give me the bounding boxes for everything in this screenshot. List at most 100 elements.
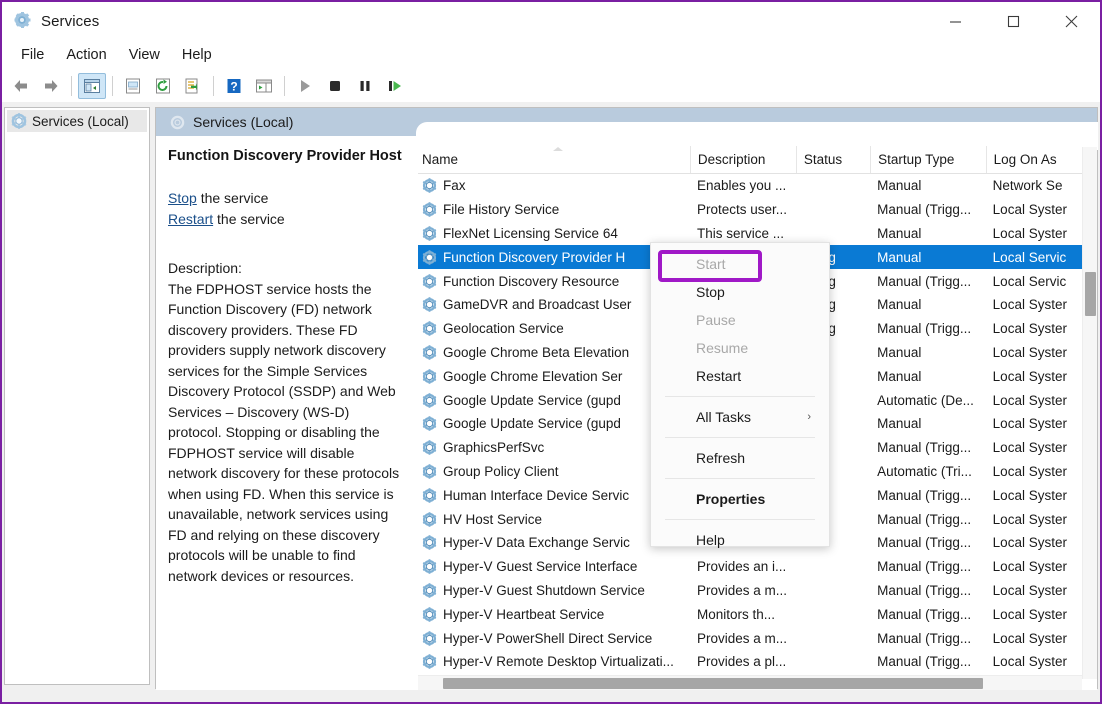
service-name-label: Hyper-V Guest Service Interface [443, 559, 638, 575]
service-gear-icon [422, 178, 437, 194]
context-menu-item-refresh[interactable]: Refresh [651, 444, 829, 472]
sidebar-item-label: Services (Local) [32, 113, 129, 129]
service-gear-icon [422, 202, 437, 217]
stop-service-link[interactable]: Stop [168, 190, 197, 206]
context-menu-item-all-tasks[interactable]: All Tasks › [651, 403, 829, 431]
cell-log-on-as: Local Servic [992, 273, 1067, 289]
maximize-icon[interactable] [984, 2, 1042, 40]
context-menu-item-stop[interactable]: Stop [651, 278, 829, 306]
export-list-icon[interactable] [179, 73, 207, 99]
cell-startup-type: Manual (Trigg... [877, 630, 972, 646]
column-header-log-on-as[interactable]: Log On As [985, 146, 1082, 173]
service-name-label: GameDVR and Broadcast User [443, 297, 632, 313]
cell-startup-type: Manual (Trigg... [877, 535, 972, 551]
show-hide-console-tree-icon[interactable] [78, 72, 106, 99]
svg-text:?: ? [230, 79, 237, 93]
context-menu-item-properties[interactable]: Properties [651, 485, 829, 513]
services-detail-pane: Services (Local) Function Discovery Prov… [155, 107, 1098, 690]
cell-log-on-as: Local Syster [992, 344, 1067, 360]
service-gear-icon [422, 392, 437, 408]
restart-service-icon[interactable] [381, 73, 409, 99]
cell-log-on-as: Local Syster [992, 416, 1067, 432]
column-header-name-label: Name [422, 152, 459, 167]
cell-startup-type: Automatic (De... [877, 392, 974, 408]
forward-icon[interactable] [37, 73, 65, 99]
context-menu-item-help[interactable]: Help [651, 526, 829, 554]
cell-startup-type: Manual (Trigg... [877, 273, 972, 289]
service-name-label: Hyper-V Heartbeat Service [443, 606, 605, 622]
cell-log-on-as: Local Servic [992, 249, 1067, 265]
pane-header-label: Services (Local) [193, 114, 294, 130]
restart-service-link[interactable]: Restart [168, 211, 213, 227]
context-menu-item-restart[interactable]: Restart [651, 362, 829, 390]
minimize-icon[interactable] [926, 2, 984, 40]
cell-log-on-as: Local Syster [992, 630, 1067, 646]
service-name-label: Hyper-V PowerShell Direct Service [443, 630, 653, 646]
vertical-scrollbar[interactable] [1082, 147, 1097, 679]
stop-service-icon[interactable] [321, 73, 349, 99]
help-icon[interactable]: ? [220, 73, 248, 99]
context-menu-item-label: Properties [696, 491, 766, 507]
column-header-description[interactable]: Description [689, 146, 796, 173]
service-name-label: Google Update Service (gupd [443, 392, 621, 408]
stop-service-line: Stop the service [168, 188, 404, 209]
column-header-status[interactable]: Status [795, 146, 870, 173]
table-row[interactable]: Hyper-V Guest Shutdown Service Provides a… [418, 579, 1082, 603]
cell-log-on-as: Local Syster [992, 559, 1067, 575]
start-service-icon[interactable] [291, 73, 319, 99]
cell-name: Hyper-V Guest Shutdown Service [418, 583, 690, 598]
close-icon[interactable] [1042, 2, 1100, 40]
context-menu-item-start: Start [651, 250, 829, 278]
service-gear-icon [422, 416, 437, 432]
cell-log-on-as: Local Syster [992, 202, 1067, 218]
cell-startup-type: Manual (Trigg... [877, 202, 972, 218]
services-gear-icon [14, 12, 32, 30]
show-hide-action-pane-icon[interactable] [250, 73, 278, 99]
table-row[interactable]: Hyper-V Guest Service Interface Provides … [418, 555, 1082, 579]
window-title: Services [41, 12, 100, 30]
service-gear-icon [422, 559, 437, 574]
service-description-column: Function Discovery Provider Host Stop th… [156, 136, 418, 690]
table-row[interactable]: Hyper-V PowerShell Direct Service Provide… [418, 626, 1082, 650]
refresh-icon[interactable] [149, 73, 177, 99]
horizontal-scrollbar[interactable] [418, 675, 1082, 690]
column-header-name[interactable]: Name [418, 146, 690, 173]
toolbar-separator [112, 75, 113, 96]
cell-startup-type: Manual (Trigg... [877, 440, 972, 456]
description-label: Description: [168, 260, 242, 276]
menu-item-action[interactable]: Action [55, 44, 117, 66]
table-row[interactable]: File History Service Protects user... Manu… [418, 198, 1082, 222]
table-row[interactable]: Hyper-V Heartbeat Service Monitors th... M… [418, 602, 1082, 626]
toolbar-separator [213, 75, 214, 96]
content-area: Services (Local) Services (Local) Functi… [2, 102, 1100, 702]
chevron-right-icon: › [807, 411, 811, 423]
menu-item-view[interactable]: View [118, 44, 171, 66]
table-row[interactable]: Fax Enables you ... Manual Network Se [418, 174, 1082, 198]
cell-log-on-as: Local Syster [992, 654, 1067, 670]
service-gear-icon [422, 535, 437, 551]
context-menu-item-label: Start [696, 256, 726, 272]
service-gear-icon [422, 606, 437, 622]
toolbar: ? [2, 69, 1100, 102]
pause-service-icon[interactable] [351, 73, 379, 99]
cell-startup-type: Manual [877, 344, 922, 360]
service-name-label: Google Update Service (gupd [443, 416, 621, 432]
service-gear-icon [422, 630, 437, 646]
sidebar-item-services-local[interactable]: Services (Local) [7, 110, 147, 132]
menu-item-file[interactable]: File [10, 44, 55, 66]
table-row[interactable]: Hyper-V Remote Desktop Virtualizati... Pr… [418, 650, 1082, 674]
cell-startup-type: Manual (Trigg... [877, 606, 972, 622]
properties-icon[interactable] [119, 73, 147, 99]
vertical-scrollbar-thumb[interactable] [1085, 272, 1096, 316]
toolbar-separator [284, 75, 285, 96]
cell-log-on-as: Local Syster [992, 463, 1067, 479]
menu-item-help[interactable]: Help [171, 44, 223, 66]
back-icon[interactable] [7, 73, 35, 99]
service-gear-icon [422, 487, 437, 503]
column-header-startup-type[interactable]: Startup Type [870, 146, 986, 173]
cell-startup-type: Manual (Trigg... [877, 582, 972, 598]
cell-log-on-as: Network Se [992, 178, 1063, 194]
service-gear-icon [422, 226, 437, 241]
cell-log-on-as: Local Syster [992, 297, 1067, 313]
horizontal-scrollbar-thumb[interactable] [443, 678, 983, 689]
